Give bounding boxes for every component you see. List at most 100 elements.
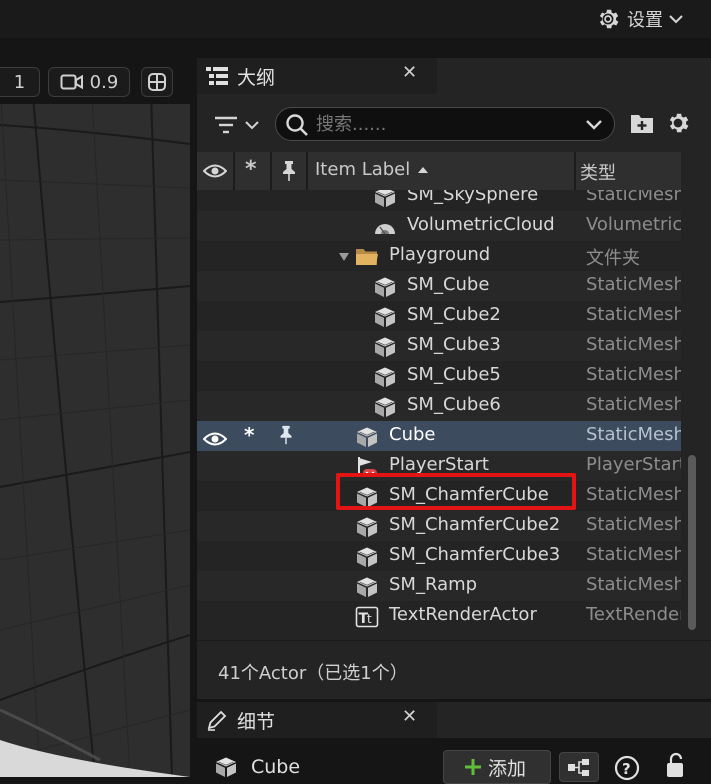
outliner-row[interactable]: SM_Cube StaticMesh	[197, 271, 681, 301]
chevron-down-icon	[669, 15, 683, 24]
pinned-star-icon[interactable]: *	[245, 157, 257, 182]
chevron-down-icon	[245, 121, 259, 130]
actor-count-status: 41个Actor（已选1个）	[218, 663, 408, 684]
folder-icon	[356, 249, 378, 265]
pencil-icon	[207, 710, 227, 731]
expand-arrow-icon[interactable]	[338, 252, 350, 262]
lock-icon[interactable]	[664, 752, 688, 778]
search-input[interactable]	[316, 112, 576, 136]
static-mesh-icon	[374, 277, 396, 298]
outliner-row[interactable]: SM_Cube2 StaticMesh	[197, 301, 681, 331]
pinned-star-icon[interactable]: *	[244, 423, 254, 447]
outliner-row-type: Volumetric	[586, 214, 681, 235]
filter-button[interactable]	[213, 112, 261, 138]
camera-icon	[60, 74, 83, 90]
outliner-row-label: SM_Cube5	[407, 364, 501, 385]
settings-button[interactable]: 设置	[595, 4, 683, 34]
outliner-row-type: StaticMesh	[586, 394, 681, 415]
grid-size-button[interactable]: 1	[0, 67, 40, 97]
plus-icon	[465, 759, 481, 775]
outliner-row[interactable]: SM_Cube5 StaticMesh	[197, 361, 681, 391]
settings-label: 设置	[627, 10, 663, 31]
gear-icon[interactable]	[665, 110, 691, 136]
details-close-button[interactable]: ✕	[402, 706, 417, 727]
outliner-row[interactable]: SM_ChamferCube2 StaticMesh	[197, 511, 681, 541]
static-mesh-icon	[374, 397, 396, 418]
search-box[interactable]	[275, 107, 615, 141]
column-divider	[306, 152, 308, 190]
outliner-row-type: StaticMesh	[586, 484, 681, 505]
static-mesh-icon	[374, 307, 396, 328]
outliner-row-label: SM_Cube2	[407, 304, 501, 325]
add-component-button[interactable]: 添加	[443, 750, 551, 784]
outliner-close-button[interactable]: ✕	[402, 62, 417, 83]
help-icon[interactable]: ?	[614, 755, 640, 781]
outliner-row[interactable]: SM_ChamferCube3 StaticMesh	[197, 541, 681, 571]
camera-speed-value: 0.9	[89, 71, 119, 93]
outliner-row-type: PlayerStart	[586, 454, 681, 475]
pin-icon[interactable]	[278, 424, 294, 446]
add-folder-icon[interactable]	[630, 112, 654, 134]
outliner-scrollbar[interactable]	[688, 455, 696, 630]
level-viewport[interactable]	[0, 60, 190, 777]
viewport-layout-button[interactable]	[141, 67, 173, 97]
add-button-label: 添加	[488, 757, 527, 780]
filter-icon	[215, 116, 237, 134]
outliner-row-label: Cube	[389, 424, 436, 445]
static-mesh-icon	[356, 427, 378, 448]
outliner-row[interactable]: SM_SkySphere StaticMesh	[197, 190, 681, 211]
svg-text:?: ?	[622, 760, 631, 778]
highlight-annotation-box	[336, 473, 576, 510]
outliner-tab-label: 大纲	[237, 67, 276, 89]
outliner-row-label: SM_Cube3	[407, 334, 501, 355]
outliner-row[interactable]: SM_Cube3 StaticMesh	[197, 331, 681, 361]
outliner-row-label: SM_Cube	[407, 274, 490, 295]
details-tab[interactable]: 细节 ✕	[197, 702, 437, 738]
outliner-row-type: 文件夹	[586, 248, 640, 269]
outliner-tab[interactable]: 大纲 ✕	[197, 58, 437, 94]
outliner-row-type: StaticMesh	[586, 274, 681, 295]
gear-icon	[599, 9, 619, 29]
outliner-row-type: StaticMesh	[586, 544, 681, 565]
type-column-header[interactable]: 类型	[580, 159, 616, 185]
item-label-column-header[interactable]: Item Label	[315, 159, 410, 180]
blueprint-button[interactable]	[559, 752, 599, 782]
viewport-grid	[0, 60, 190, 777]
outliner-row-label: SM_SkySphere	[407, 190, 539, 205]
pin-icon[interactable]	[281, 159, 297, 183]
camera-speed-button[interactable]: 0.9	[48, 67, 130, 97]
outliner-row-type: StaticMesh	[586, 574, 681, 595]
static-mesh-icon	[374, 337, 396, 358]
outliner-row-label: Playground	[389, 244, 491, 265]
sort-ascending-icon	[418, 167, 428, 173]
selected-actor-name: Cube	[251, 756, 301, 778]
outliner-row[interactable]: Playground 文件夹	[197, 241, 681, 271]
outliner-row-type: StaticMesh	[586, 514, 681, 535]
static-mesh-icon	[356, 547, 378, 568]
details-tab-label: 细节	[237, 711, 276, 733]
static-mesh-icon	[356, 517, 378, 538]
outliner-row[interactable]: VolumetricCloud Volumetric	[197, 211, 681, 241]
visibility-eye-icon[interactable]	[203, 428, 227, 450]
blueprint-hierarchy-icon	[568, 759, 589, 776]
outliner-row[interactable]: Cube StaticMesh *	[197, 421, 681, 451]
visibility-eye-icon[interactable]	[203, 162, 227, 180]
column-divider	[233, 152, 235, 190]
outliner-row[interactable]: TextRenderActor TextRender	[197, 601, 681, 630]
search-icon	[286, 114, 308, 136]
outliner-row-type: StaticMesh	[586, 304, 681, 325]
grid-size-value: 1	[13, 71, 26, 93]
text-render-icon	[355, 606, 379, 628]
outliner-tree[interactable]: SM_SkySphere StaticMesh VolumetricCloud Vol…	[197, 190, 681, 630]
chevron-down-icon[interactable]	[586, 119, 602, 131]
column-divider	[574, 152, 576, 190]
static-mesh-icon	[215, 757, 237, 778]
outliner-row[interactable]: SM_Ramp StaticMesh	[197, 571, 681, 601]
outliner-row-label: SM_ChamferCube3	[389, 544, 561, 565]
outliner-row-type: StaticMesh	[586, 424, 681, 445]
outliner-icon	[206, 67, 228, 85]
static-mesh-icon	[356, 577, 378, 598]
outliner-row-label: SM_Cube6	[407, 394, 501, 415]
outliner-row[interactable]: SM_Cube6 StaticMesh	[197, 391, 681, 421]
outliner-row-type: StaticMesh	[586, 190, 681, 205]
